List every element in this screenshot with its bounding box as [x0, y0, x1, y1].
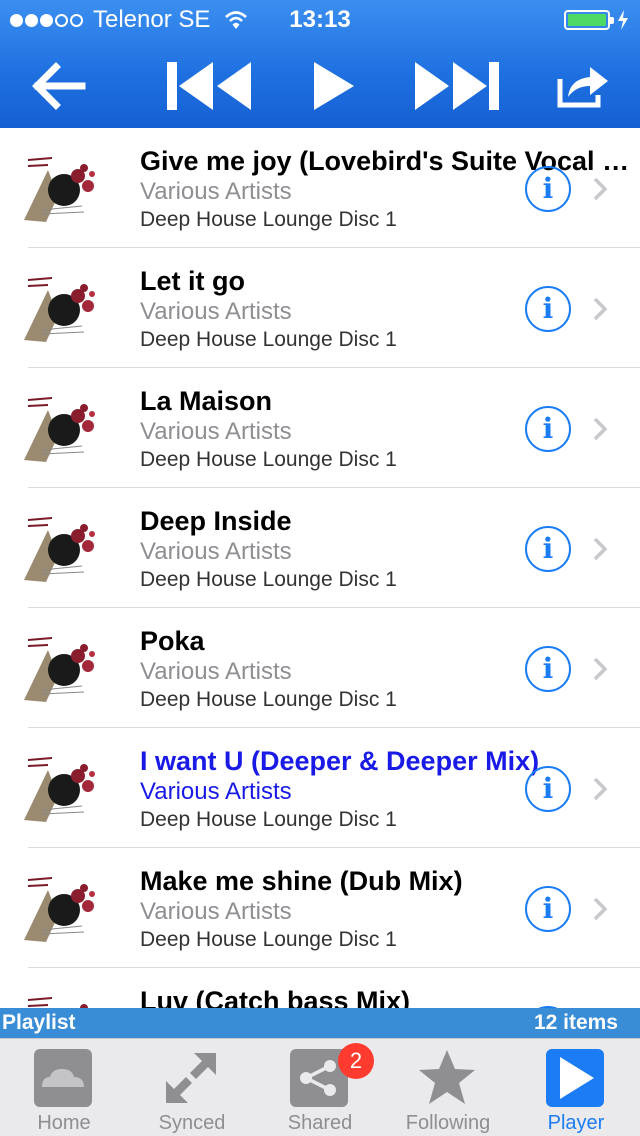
track-album: Deep House Lounge Disc 1: [140, 328, 397, 351]
tab-label: Synced: [158, 1112, 226, 1134]
shared-badge: 2: [338, 1043, 374, 1079]
tab-bar: Home Synced Shared 2 Following Player: [0, 1038, 640, 1136]
chevron-right-icon[interactable]: [592, 656, 608, 682]
tab-player[interactable]: Player: [512, 1039, 640, 1136]
track-row[interactable]: Make me shine (Dub Mix) Various Artists …: [0, 848, 640, 968]
track-artist: Various Artists: [140, 658, 292, 685]
track-list[interactable]: Give me joy (Lovebird's Suite Vocal Mix)…: [0, 128, 640, 1008]
chevron-right-icon[interactable]: [592, 776, 608, 802]
track-album: Deep House Lounge Disc 1: [140, 568, 397, 591]
track-row[interactable]: Let it go Various Artists Deep House Lou…: [0, 248, 640, 368]
status-bar: Telenor SE 13:13: [0, 0, 640, 40]
track-row[interactable]: Give me joy (Lovebird's Suite Vocal Mix)…: [0, 128, 640, 248]
track-artist: Various Artists: [140, 778, 292, 805]
play-icon: [314, 62, 354, 110]
player-toolbar: [0, 44, 640, 128]
back-icon: [32, 62, 86, 110]
tab-label: Shared: [287, 1112, 353, 1134]
chevron-right-icon[interactable]: [592, 536, 608, 562]
skip-forward-icon: [415, 62, 499, 110]
track-row[interactable]: Deep Inside Various Artists Deep House L…: [0, 488, 640, 608]
next-track-button[interactable]: [410, 54, 502, 118]
info-button[interactable]: i: [525, 646, 571, 692]
album-art: [22, 990, 102, 1008]
info-button[interactable]: i: [525, 166, 571, 212]
track-row[interactable]: Poka Various Artists Deep House Lounge D…: [0, 608, 640, 728]
track-artist: Various Artists: [140, 418, 292, 445]
tab-label: Player: [547, 1112, 605, 1134]
chevron-right-icon[interactable]: [592, 296, 608, 322]
battery-icon: [564, 10, 614, 30]
sync-arrows-icon: [166, 1053, 216, 1103]
album-art: [22, 390, 102, 470]
battery-level: [568, 14, 606, 26]
track-artist: Various Artists: [140, 178, 292, 205]
star-icon: [419, 1050, 475, 1104]
playlist-bar: Playlist 12 items: [0, 1008, 640, 1038]
play-button[interactable]: [306, 54, 362, 118]
track-artist: Various Artists: [140, 538, 292, 565]
share-button[interactable]: [552, 54, 612, 118]
play-icon: [546, 1049, 604, 1107]
track-row[interactable]: I want U (Deeper & Deeper Mix) Various A…: [0, 728, 640, 848]
info-button[interactable]: i: [525, 286, 571, 332]
album-art: [22, 270, 102, 350]
track-album: Deep House Lounge Disc 1: [140, 928, 397, 951]
album-art: [22, 150, 102, 230]
track-artist: Various Artists: [140, 298, 292, 325]
track-album: Deep House Lounge Disc 1: [140, 208, 397, 231]
info-button[interactable]: i: [525, 406, 571, 452]
tab-home[interactable]: Home: [0, 1039, 128, 1136]
tab-synced[interactable]: Synced: [128, 1039, 256, 1136]
album-art: [22, 870, 102, 950]
status-time: 13:13: [289, 6, 351, 33]
chevron-right-icon[interactable]: [592, 896, 608, 922]
charging-icon: [618, 10, 628, 30]
album-art: [22, 750, 102, 830]
track-title: Luv (Catch bass Mix): [140, 986, 411, 1008]
track-album: Deep House Lounge Disc 1: [140, 808, 397, 831]
track-album: Deep House Lounge Disc 1: [140, 688, 397, 711]
chevron-right-icon[interactable]: [592, 416, 608, 442]
header: Telenor SE 13:13: [0, 0, 640, 128]
info-button[interactable]: i: [525, 886, 571, 932]
playlist-label: Playlist: [2, 1011, 76, 1034]
share-icon: [557, 67, 608, 108]
album-art: [22, 630, 102, 710]
track-row[interactable]: Luv (Catch bass Mix) Various Artists i: [0, 968, 640, 1008]
track-row[interactable]: La Maison Various Artists Deep House Lou…: [0, 368, 640, 488]
track-artist: Various Artists: [140, 898, 292, 925]
previous-track-button[interactable]: [164, 54, 256, 118]
cloud-icon: [34, 1049, 92, 1107]
battery-nub: [610, 17, 614, 24]
tab-following[interactable]: Following: [384, 1039, 512, 1136]
track-album: Deep House Lounge Disc 1: [140, 448, 397, 471]
info-button[interactable]: i: [525, 526, 571, 572]
chevron-right-icon[interactable]: [592, 176, 608, 202]
back-button[interactable]: [28, 54, 88, 118]
tab-label: Following: [405, 1112, 491, 1134]
playlist-count: 12 items: [533, 1011, 618, 1034]
info-button[interactable]: i: [525, 766, 571, 812]
album-art: [22, 510, 102, 590]
tab-label: Home: [37, 1112, 91, 1134]
skip-back-icon: [167, 62, 251, 110]
